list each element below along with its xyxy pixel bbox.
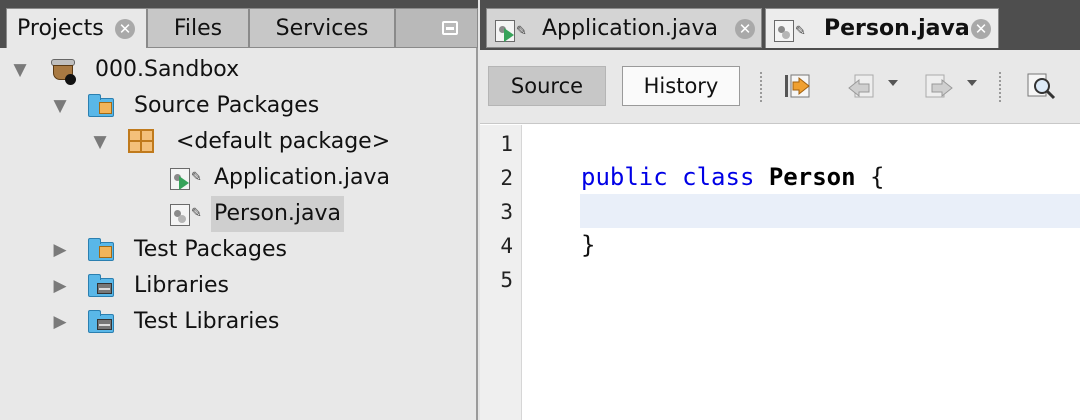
back-icon[interactable] — [847, 72, 877, 100]
tree-node-test-libraries[interactable]: ▶ Test Libraries — [0, 304, 470, 340]
tab-services[interactable]: Services — [249, 8, 395, 48]
tree-node-default-package[interactable]: ▼ <default package> — [0, 124, 470, 160]
tree-node-label: Test Packages — [134, 237, 287, 262]
tree-node-person-java[interactable]: ✎ Person.java — [0, 196, 470, 232]
tree-node-label: <default package> — [176, 129, 391, 154]
code-editor[interactable]: public class Person { } — [523, 125, 1080, 420]
last-edit-icon[interactable] — [783, 72, 813, 100]
java-file-icon: ✎ — [774, 18, 806, 42]
close-icon[interactable]: ✕ — [115, 19, 135, 39]
tab-projects[interactable]: Projects ✕ — [6, 8, 147, 48]
expand-down-icon[interactable]: ▼ — [10, 52, 30, 88]
tree-node-test-packages[interactable]: ▶ Test Packages — [0, 232, 470, 268]
chevron-down-icon[interactable] — [967, 80, 977, 86]
separator — [760, 72, 762, 102]
tree-node-label: Libraries — [134, 273, 230, 298]
package-icon — [128, 129, 154, 153]
tab-application-java[interactable]: ✎ Application.java ✕ — [486, 8, 762, 48]
tree-node-label: Test Libraries — [134, 309, 280, 334]
line-number: 5 — [500, 268, 513, 292]
tree-node-libraries[interactable]: ▶ Libraries — [0, 268, 470, 304]
close-icon[interactable]: ✕ — [971, 19, 991, 39]
expand-right-icon[interactable]: ▶ — [50, 304, 70, 340]
current-line-highlight — [580, 194, 1080, 228]
line-number-gutter: 1 2 3 4 5 — [480, 125, 522, 420]
close-brace: } — [581, 231, 596, 259]
find-icon[interactable] — [1026, 72, 1056, 100]
tree-node-source-packages[interactable]: ▼ Source Packages — [0, 88, 470, 124]
tab-projects-label: Projects — [17, 16, 104, 41]
code-line[interactable]: } — [581, 228, 595, 262]
tree-node-application-java[interactable]: ✎ Application.java — [0, 160, 470, 196]
chevron-down-icon[interactable] — [888, 80, 898, 86]
expand-right-icon[interactable]: ▶ — [50, 232, 70, 268]
open-brace: { — [870, 163, 885, 191]
line-number: 2 — [500, 166, 513, 190]
keyword-class: class — [682, 163, 755, 191]
java-main-file-icon: ✎ — [495, 18, 527, 42]
project-icon — [48, 56, 78, 85]
projects-panel: Projects ✕ Files Services ▼ 000.Sandbox … — [0, 0, 478, 420]
tab-person-java[interactable]: ✎ Person.java ✕ — [765, 8, 999, 48]
tab-label: Application.java — [542, 16, 719, 41]
tab-files-label: Files — [173, 16, 223, 41]
tab-files[interactable]: Files — [147, 8, 249, 48]
editor-tab-bar: ✎ Application.java ✕ ✎ Person.java ✕ — [480, 0, 1080, 50]
editor-panel: ✎ Application.java ✕ ✎ Person.java ✕ Sou… — [480, 0, 1080, 420]
minimize-window-button[interactable] — [395, 8, 478, 48]
code-line[interactable]: public class Person { — [581, 160, 884, 194]
libraries-icon — [88, 274, 114, 298]
history-button[interactable]: History — [622, 66, 740, 106]
tree-node-label: Application.java — [214, 165, 391, 190]
separator — [999, 72, 1001, 102]
tab-services-label: Services — [275, 16, 369, 41]
editor-toolbar: Source History — [480, 50, 1080, 124]
line-number: 4 — [500, 234, 513, 258]
left-tab-bar: Projects ✕ Files Services — [0, 0, 478, 48]
expand-down-icon[interactable]: ▼ — [50, 88, 70, 124]
tree-node-label: Source Packages — [134, 93, 320, 118]
minimize-icon — [442, 21, 458, 35]
source-packages-icon — [88, 94, 114, 118]
test-libraries-icon — [88, 310, 114, 334]
java-main-file-icon: ✎ — [170, 166, 202, 190]
expand-right-icon[interactable]: ▶ — [50, 268, 70, 304]
tab-label: Person.java — [824, 16, 970, 41]
keyword-public: public — [581, 163, 668, 191]
tree-node-label: 000.Sandbox — [95, 57, 240, 82]
expand-down-icon[interactable]: ▼ — [90, 124, 110, 160]
tree-node-project[interactable]: ▼ 000.Sandbox — [0, 52, 470, 88]
tree-node-label-selected: Person.java — [211, 196, 345, 232]
class-name: Person — [768, 163, 856, 191]
line-number: 1 — [500, 132, 513, 156]
java-file-icon: ✎ — [170, 202, 202, 226]
close-icon[interactable]: ✕ — [735, 19, 755, 39]
line-number: 3 — [500, 200, 513, 224]
source-button[interactable]: Source — [488, 66, 606, 106]
test-packages-icon — [88, 238, 114, 262]
forward-icon[interactable] — [924, 72, 954, 100]
